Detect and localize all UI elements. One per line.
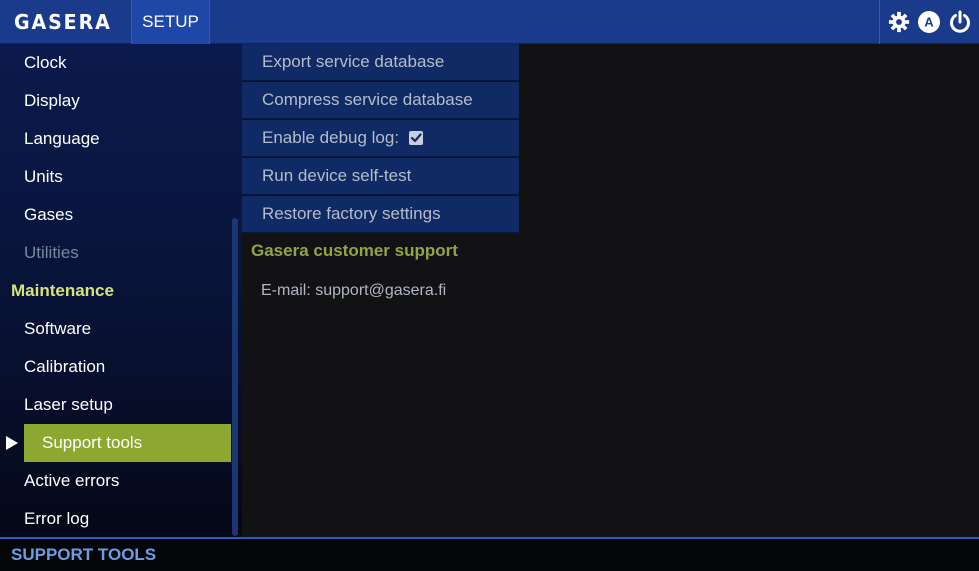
sidebar-item-error-log[interactable]: Error log bbox=[0, 500, 232, 538]
status-bar: SUPPORT TOOLS bbox=[0, 537, 979, 571]
support-email: E-mail: support@gasera.fi bbox=[261, 282, 447, 299]
export-service-database-button[interactable]: Export service database bbox=[242, 44, 519, 81]
menu-item-label: Restore factory settings bbox=[262, 204, 441, 223]
power-icon[interactable] bbox=[947, 9, 973, 35]
sidebar-item-utilities: Utilities bbox=[24, 243, 79, 262]
auto-badge-letter: A bbox=[925, 15, 935, 30]
status-label: SUPPORT TOOLS bbox=[11, 545, 157, 564]
menu-item-label: Compress service database bbox=[262, 90, 473, 109]
setup-tab[interactable]: SETUP bbox=[132, 0, 210, 44]
enable-debug-log-toggle[interactable]: Enable debug log: bbox=[242, 120, 519, 157]
top-icon-group: A bbox=[879, 0, 979, 44]
selection-arrow-icon bbox=[6, 436, 18, 450]
debug-log-checkbox[interactable] bbox=[409, 131, 424, 145]
sidebar-item-display[interactable]: Display bbox=[0, 82, 232, 120]
auto-mode-icon[interactable]: A bbox=[916, 9, 942, 35]
sidebar-item-software[interactable]: Software bbox=[0, 310, 232, 348]
run-device-self-test-button[interactable]: Run device self-test bbox=[242, 158, 519, 195]
sidebar-item-language[interactable]: Language bbox=[0, 120, 232, 158]
sidebar-item-calibration[interactable]: Calibration bbox=[0, 348, 232, 386]
sidebar-item-gases[interactable]: Gases bbox=[0, 196, 232, 234]
menu-item-label: Enable debug log: bbox=[262, 128, 400, 147]
sidebar-item-units[interactable]: Units bbox=[0, 158, 232, 196]
logo-text: GASERA bbox=[14, 10, 112, 34]
sidebar-item-active-errors[interactable]: Active errors bbox=[0, 462, 232, 500]
checkmark-icon bbox=[410, 133, 422, 143]
top-bar: GASERA SETUP A bbox=[0, 0, 979, 44]
support-heading: Gasera customer support bbox=[251, 241, 458, 260]
sidebar-heading-maintenance[interactable]: Maintenance bbox=[0, 272, 232, 310]
sidebar-item-support-tools[interactable]: Support tools bbox=[24, 424, 231, 462]
restore-factory-settings-button[interactable]: Restore factory settings bbox=[242, 196, 519, 233]
menu-item-label: Run device self-test bbox=[262, 166, 412, 185]
sidebar-item-laser-setup[interactable]: Laser setup bbox=[0, 386, 232, 424]
sidebar-scrollbar[interactable] bbox=[232, 218, 238, 536]
sidebar: Clock Display Language Units Gases Utili… bbox=[0, 44, 242, 537]
menu-item-label: Export service database bbox=[262, 52, 445, 71]
gear-icon[interactable] bbox=[886, 9, 912, 35]
compress-service-database-button[interactable]: Compress service database bbox=[242, 82, 519, 119]
support-tools-menu: Export service database Compress service… bbox=[242, 44, 519, 234]
sidebar-item-clock[interactable]: Clock bbox=[0, 44, 232, 82]
gasera-logo: GASERA bbox=[0, 0, 132, 44]
